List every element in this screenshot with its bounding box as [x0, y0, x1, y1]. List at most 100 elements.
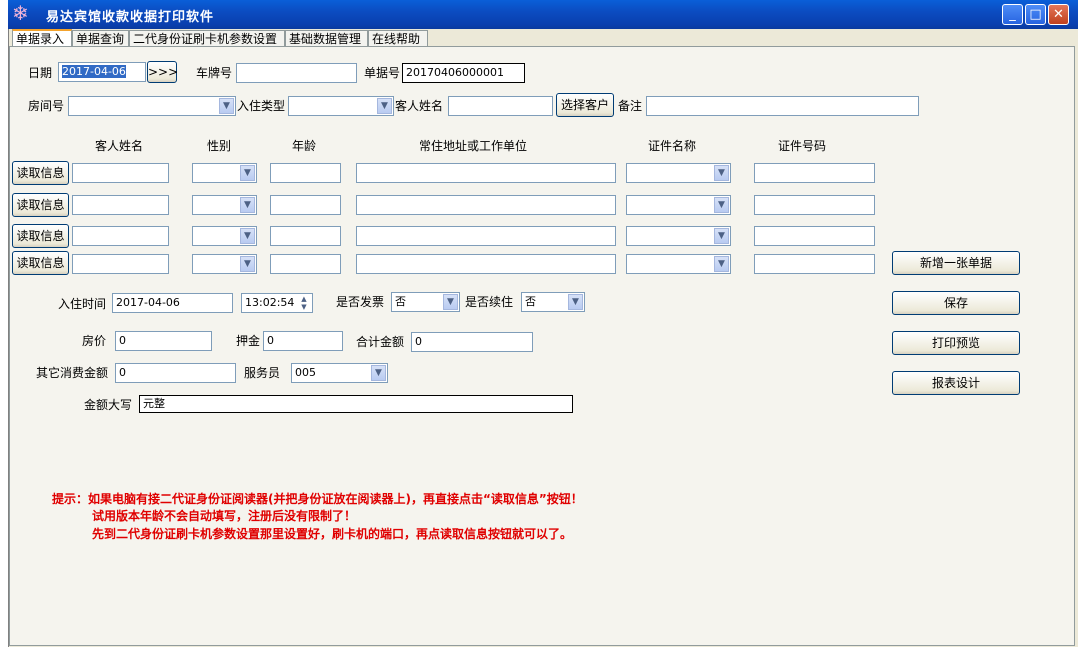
amount-caps-input[interactable]: 元整 [139, 395, 573, 413]
column-id-number: 证件号码 [778, 139, 827, 153]
chevron-down-icon[interactable]: ▼ [714, 197, 729, 213]
chevron-down-icon[interactable]: ▼ [240, 256, 255, 272]
chevron-down-icon[interactable]: ▼ [714, 165, 729, 181]
chevron-down-icon[interactable]: ▼ [240, 197, 255, 213]
guest-name-input[interactable] [448, 96, 553, 116]
id-number-cell[interactable] [754, 163, 875, 183]
staff-label: 服务员 [244, 366, 281, 380]
background-window-edge [0, 0, 9, 647]
guest-name-cell[interactable] [72, 226, 169, 246]
title-bar: ❄ 易达宾馆收款收据打印软件 _ □ ✕ [8, 0, 1078, 29]
chevron-down-icon[interactable]: ▼ [240, 228, 255, 244]
guest-name-cell[interactable] [72, 254, 169, 274]
address-cell[interactable] [356, 226, 616, 246]
checkin-date-input[interactable]: 2017-04-06 [112, 293, 233, 313]
tab-card-reader-settings[interactable]: 二代身份证刷卡机参数设置 [129, 30, 285, 46]
bill-number-input[interactable]: 20170406000001 [402, 63, 525, 83]
id-type-select[interactable]: ▼ [626, 226, 731, 246]
address-cell[interactable] [356, 254, 616, 274]
gender-select[interactable]: ▼ [192, 226, 257, 246]
room-price-input[interactable]: 0 [115, 331, 212, 351]
read-info-button[interactable]: 读取信息 [12, 251, 69, 275]
remark-input[interactable] [646, 96, 919, 116]
date-input[interactable]: 2017-04-06 [58, 62, 146, 82]
chevron-down-icon[interactable]: ▼ [240, 165, 255, 181]
hint-line-3: 先到二代身份证刷卡机参数设置那里设置好，刷卡机的端口，再点读取信息按钮就可以了。 [92, 527, 573, 541]
save-button[interactable]: 保存 [892, 291, 1020, 315]
column-address: 常住地址或工作单位 [419, 139, 528, 153]
checkin-time-label: 入住时间 [58, 297, 107, 311]
age-cell[interactable] [270, 163, 341, 183]
bill-number-label: 单据号 [364, 66, 401, 80]
checkin-type-label: 入住类型 [237, 99, 286, 113]
new-bill-button[interactable]: 新增一张单据 [892, 251, 1020, 275]
tab-bill-query[interactable]: 单据查询 [72, 30, 129, 46]
staff-select[interactable]: 005 ▼ [291, 363, 388, 383]
invoice-select[interactable]: 否 ▼ [391, 292, 460, 312]
minimize-icon[interactable]: _ [1002, 4, 1023, 25]
deposit-label: 押金 [236, 334, 261, 348]
other-amount-label: 其它消费金额 [36, 366, 109, 380]
close-icon[interactable]: ✕ [1048, 4, 1069, 25]
continue-stay-label: 是否续住 [465, 295, 514, 309]
chevron-down-icon[interactable]: ▼ [371, 365, 386, 381]
maximize-icon[interactable]: □ [1025, 4, 1046, 25]
guest-name-cell[interactable] [72, 163, 169, 183]
checkin-clock-input[interactable]: 13:02:54 ▲ ▼ [241, 293, 313, 313]
id-number-cell[interactable] [754, 195, 875, 215]
id-type-select[interactable]: ▼ [626, 254, 731, 274]
print-preview-button[interactable]: 打印预览 [892, 331, 1020, 355]
choose-guest-button[interactable]: 选择客户 [556, 93, 614, 117]
room-select[interactable]: ▼ [68, 96, 236, 116]
column-gender: 性别 [207, 139, 232, 153]
remark-label: 备注 [618, 99, 643, 113]
total-input[interactable]: 0 [411, 332, 533, 352]
chevron-down-icon[interactable]: ▼ [377, 98, 392, 114]
hint-line-2: 试用版本年龄不会自动填写，注册后没有限制了！ [92, 509, 357, 523]
address-cell[interactable] [356, 195, 616, 215]
spinner-icon[interactable]: ▲ ▼ [297, 295, 311, 311]
age-cell[interactable] [270, 226, 341, 246]
next-date-button[interactable]: >>> [147, 61, 178, 83]
gender-select[interactable]: ▼ [192, 163, 257, 183]
address-cell[interactable] [356, 163, 616, 183]
read-info-button[interactable]: 读取信息 [12, 193, 69, 217]
date-label: 日期 [28, 66, 53, 80]
hint-line-1: 提示：如果电脑有接二代证身份证阅读器(并把身份证放在阅读器上)，再直接点击“读取… [52, 492, 583, 506]
tab-bill-entry[interactable]: 单据录入 [12, 29, 72, 47]
window-title: 易达宾馆收款收据打印软件 [46, 10, 215, 25]
plate-input[interactable] [236, 63, 357, 83]
age-cell[interactable] [270, 254, 341, 274]
chevron-down-icon[interactable]: ▼ [568, 294, 583, 310]
read-info-button[interactable]: 读取信息 [12, 224, 69, 248]
chevron-down-icon[interactable]: ▼ [714, 228, 729, 244]
id-number-cell[interactable] [754, 254, 875, 274]
chevron-down-icon[interactable]: ▼ [714, 256, 729, 272]
chevron-down-icon[interactable]: ▼ [219, 98, 234, 114]
column-id-type: 证件名称 [648, 139, 697, 153]
checkin-type-select[interactable]: ▼ [288, 96, 394, 116]
id-type-select[interactable]: ▼ [626, 195, 731, 215]
guest-name-label: 客人姓名 [395, 99, 444, 113]
room-price-label: 房价 [82, 334, 107, 348]
gender-select[interactable]: ▼ [192, 254, 257, 274]
column-age: 年龄 [292, 139, 317, 153]
chevron-down-icon[interactable]: ▼ [443, 294, 458, 310]
other-amount-input[interactable]: 0 [115, 363, 236, 383]
plate-label: 车牌号 [196, 66, 233, 80]
total-label: 合计金额 [356, 335, 405, 349]
guest-name-cell[interactable] [72, 195, 169, 215]
continue-stay-select[interactable]: 否 ▼ [521, 292, 585, 312]
gender-select[interactable]: ▼ [192, 195, 257, 215]
id-number-cell[interactable] [754, 226, 875, 246]
deposit-input[interactable]: 0 [263, 331, 343, 351]
read-info-button[interactable]: 读取信息 [12, 161, 69, 185]
tab-online-help[interactable]: 在线帮助 [368, 30, 428, 46]
tab-basic-data[interactable]: 基础数据管理 [285, 30, 368, 46]
report-design-button[interactable]: 报表设计 [892, 371, 1020, 395]
amount-caps-label: 金额大写 [84, 398, 133, 412]
column-guest-name: 客人姓名 [95, 139, 144, 153]
age-cell[interactable] [270, 195, 341, 215]
snowflake-icon: ❄ [12, 1, 29, 25]
id-type-select[interactable]: ▼ [626, 163, 731, 183]
